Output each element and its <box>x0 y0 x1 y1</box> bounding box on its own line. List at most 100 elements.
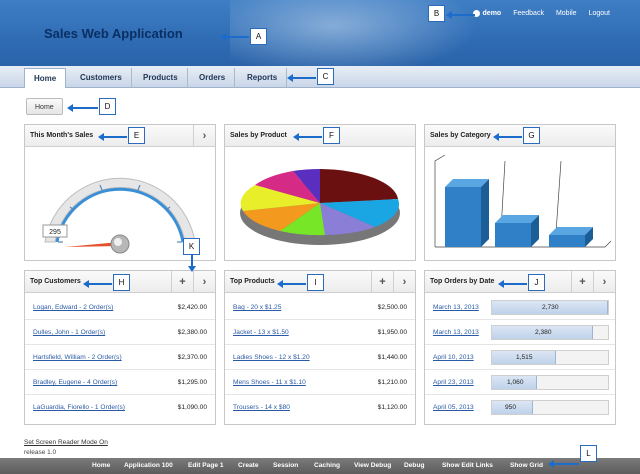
amount: $1,090.00 <box>177 404 207 411</box>
product-link[interactable]: Jacket - 13 x $1.50 <box>233 329 289 336</box>
region-top-products: Top Products + › Bag - 20 x $1.25 $2,500.… <box>224 270 416 425</box>
customer-link[interactable]: Hartsfield, William - 2 Order(s) <box>33 354 122 361</box>
list-item: LaGuardia, Fiorello - 1 Order(s) $1,090.0… <box>25 395 215 420</box>
feedback-link[interactable]: Feedback <box>513 10 544 17</box>
customer-link[interactable]: Logan, Edward - 2 Order(s) <box>33 304 113 311</box>
amount: $1,440.00 <box>377 354 407 361</box>
dev-application[interactable]: Application 100 <box>124 462 173 469</box>
pie-slice <box>320 169 398 203</box>
breadcrumb[interactable]: Home <box>26 98 63 115</box>
list-item: April 23, 2013 1,060 <box>425 370 615 395</box>
callout-arrow <box>277 280 306 288</box>
dev-caching[interactable]: Caching <box>314 462 340 469</box>
region-header: Top Orders by Date + › <box>425 271 615 293</box>
callout-label: B <box>428 5 445 22</box>
order-bar: 2,730 <box>491 300 609 315</box>
screen-reader-link[interactable]: Set Screen Reader Mode On <box>24 439 108 446</box>
order-value: 950 <box>505 404 517 411</box>
amount: $2,420.00 <box>177 304 207 311</box>
amount: $1,120.00 <box>377 404 407 411</box>
amount: $1,295.00 <box>177 379 207 386</box>
product-link[interactable]: Trousers - 14 x $80 <box>233 404 290 411</box>
list-item: Mens Shoes - 11 x $1.10 $1,210.00 <box>225 370 415 395</box>
bar-chart-3d <box>434 154 612 248</box>
app-title: Sales Web Application <box>44 26 183 41</box>
chevron-right-icon[interactable]: › <box>193 271 215 293</box>
list-item: April 05, 2013 950 <box>425 395 615 420</box>
amount: $2,370.00 <box>177 354 207 361</box>
order-date-link[interactable]: April 05, 2013 <box>433 404 474 411</box>
list-item: March 13, 2013 2,730 <box>425 295 615 320</box>
dev-show-grid[interactable]: Show Grid <box>510 462 543 469</box>
header-decoration <box>230 0 490 66</box>
tab-products[interactable]: Products <box>134 68 188 88</box>
pie-chart <box>240 169 400 245</box>
user-menu[interactable]: demo <box>472 10 502 17</box>
callout-arrow <box>293 133 322 141</box>
product-link[interactable]: Mens Shoes - 11 x $1.10 <box>233 379 306 386</box>
mobile-link[interactable]: Mobile <box>556 10 577 17</box>
callout-arrow <box>67 104 98 112</box>
callout-label: I <box>307 274 324 291</box>
order-date-link[interactable]: April 10, 2013 <box>433 354 474 361</box>
app-header: Sales Web Application demo Feedback Mobi… <box>0 0 640 66</box>
logout-link[interactable]: Logout <box>589 10 610 17</box>
region-top-orders: Top Orders by Date + › March 13, 2013 2,7… <box>424 270 616 425</box>
region-sales-by-product: Sales by Product <box>224 124 416 261</box>
customer-link[interactable]: Dulles, John - 1 Order(s) <box>33 329 105 336</box>
bar <box>445 179 489 247</box>
callout-arrow <box>446 11 475 19</box>
customer-link[interactable]: LaGuardia, Fiorello - 1 Order(s) <box>33 404 125 411</box>
callout-label: E <box>128 127 145 144</box>
list-item: Bag - 20 x $1.25 $2,500.00 <box>225 295 415 320</box>
tab-customers[interactable]: Customers <box>71 68 132 88</box>
list-item: Ladies Shoes - 12 x $1.20 $1,440.00 <box>225 345 415 370</box>
chevron-right-icon[interactable]: › <box>593 271 615 293</box>
list-item: Dulles, John - 1 Order(s) $2,380.00 <box>25 320 215 345</box>
dev-edit-page[interactable]: Edit Page 1 <box>188 462 224 469</box>
amount: $2,380.00 <box>177 329 207 336</box>
callout-label: C <box>317 68 334 85</box>
developer-toolbar: Home Application 100 Edit Page 1 Create … <box>0 458 640 474</box>
plus-icon[interactable]: + <box>171 271 193 293</box>
region-title: Sales by Category <box>430 132 491 139</box>
tab-orders[interactable]: Orders <box>190 68 236 88</box>
list-item: Logan, Edward - 2 Order(s) $2,420.00 <box>25 295 215 320</box>
order-date-link[interactable]: April 23, 2013 <box>433 379 474 386</box>
product-link[interactable]: Bag - 20 x $1.25 <box>233 304 281 311</box>
region-title: Sales by Product <box>230 132 287 139</box>
callout-label: D <box>99 98 116 115</box>
chevron-right-icon[interactable]: › <box>193 125 215 147</box>
bar <box>495 215 539 247</box>
dev-home[interactable]: Home <box>92 462 110 469</box>
order-date-link[interactable]: March 13, 2013 <box>433 329 479 336</box>
callout-label: J <box>528 274 545 291</box>
dev-create[interactable]: Create <box>238 462 259 469</box>
order-value: 1,515 <box>516 354 533 361</box>
callout-label: F <box>323 127 340 144</box>
top-nav-links: demo Feedback Mobile Logout <box>472 10 610 17</box>
plus-icon[interactable]: + <box>371 271 393 293</box>
order-value: 1,060 <box>507 379 524 386</box>
username: demo <box>482 10 502 17</box>
region-sales-by-category: Sales by Category <box>424 124 616 261</box>
dev-show-edit-links[interactable]: Show Edit Links <box>442 462 493 469</box>
dev-session[interactable]: Session <box>273 462 298 469</box>
order-value: 2,730 <box>542 304 559 311</box>
region-title: Top Products <box>230 278 275 285</box>
tab-home[interactable]: Home <box>24 68 67 88</box>
callout-arrow <box>83 280 112 288</box>
list-item: Jacket - 13 x $1.50 $1,950.00 <box>225 320 415 345</box>
order-date-link[interactable]: March 13, 2013 <box>433 304 479 311</box>
amount: $2,500.00 <box>377 304 407 311</box>
callout-arrow <box>188 255 196 272</box>
chevron-right-icon[interactable]: › <box>393 271 415 293</box>
plus-icon[interactable]: + <box>571 271 593 293</box>
dev-view-debug[interactable]: View Debug <box>354 462 391 469</box>
order-bar: 1,515 <box>491 350 609 365</box>
list-item: April 10, 2013 1,515 <box>425 345 615 370</box>
product-link[interactable]: Ladies Shoes - 12 x $1.20 <box>233 354 310 361</box>
tab-reports[interactable]: Reports <box>238 68 288 88</box>
customer-link[interactable]: Bradley, Eugene - 4 Order(s) <box>33 379 117 386</box>
dev-debug[interactable]: Debug <box>404 462 425 469</box>
